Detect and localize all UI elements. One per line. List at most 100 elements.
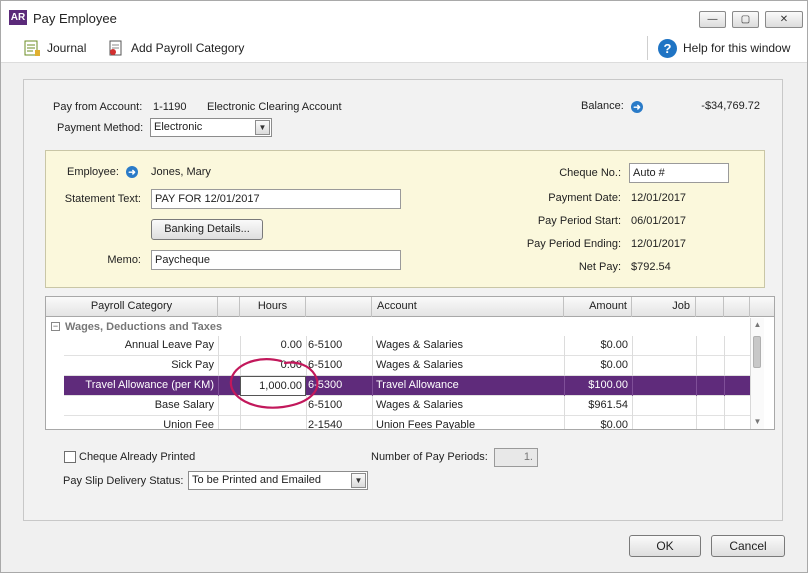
chevron-down-icon: ▼ (351, 473, 366, 488)
cheque-no-input[interactable]: Auto # (629, 163, 729, 183)
row-account-no[interactable]: 6-5100 (308, 356, 370, 376)
row-account: Union Fees Payable (376, 419, 476, 430)
employee-panel: Employee: ➜ Jones, Mary Statement Text: … (45, 150, 765, 288)
employee-label: Employee: (67, 166, 119, 178)
column-header-payroll-category[interactable]: Payroll Category (46, 297, 218, 317)
group-row-wages[interactable]: − Wages, Deductions and Taxes (46, 318, 750, 336)
pay-employee-window: AR Pay Employee — ▢ ✕ Journal Add Payrol… (0, 0, 808, 573)
employee-arrow-icon[interactable]: ➜ (126, 166, 138, 178)
payment-method-label: Payment Method: (57, 122, 144, 134)
statement-text-input[interactable]: PAY FOR 12/01/2017 (151, 189, 401, 209)
account-number: 1-1190 (153, 101, 187, 113)
help-icon: ? (658, 38, 677, 58)
row-category: Base Salary (154, 399, 214, 411)
column-header-job[interactable]: Job (632, 297, 696, 317)
chevron-down-icon: ▼ (255, 120, 270, 135)
row-account-no[interactable]: 6-5100 (308, 396, 370, 416)
row-category: Union Fee (163, 419, 214, 430)
column-header-blank (218, 297, 240, 317)
row-category: Annual Leave Pay (124, 339, 214, 351)
pay-period-start-label: Pay Period Start: (537, 215, 621, 227)
column-header-account-no (306, 297, 372, 317)
employee-value: Jones, Mary (151, 166, 211, 178)
title-bar: AR Pay Employee — ▢ ✕ (1, 1, 807, 33)
row-hours[interactable] (240, 416, 302, 429)
row-hours[interactable]: 0.00 (240, 356, 302, 376)
main-panel: Pay from Account: 1-1190 Electronic Clea… (23, 79, 783, 521)
column-header-amount[interactable]: Amount (564, 297, 632, 317)
table-row-selected[interactable]: Travel Allowance (per KM) 1,000.00 6-530… (64, 376, 750, 396)
toolbar: Journal Add Payroll Category ? Help for … (1, 33, 807, 63)
cheque-printed-label: Cheque Already Printed (79, 451, 196, 463)
ok-button[interactable]: OK (629, 535, 701, 557)
delivery-status-label: Pay Slip Delivery Status: (63, 475, 184, 487)
row-category: Sick Pay (171, 359, 214, 371)
help-label: Help for this window (683, 41, 791, 55)
journal-icon (24, 40, 40, 56)
row-category: Travel Allowance (per KM) (85, 379, 214, 391)
pay-period-ending-label: Pay Period Ending: (526, 238, 621, 250)
cheque-printed-checkbox[interactable] (64, 451, 76, 463)
window-title: Pay Employee (33, 11, 117, 26)
balance-value: -$34,769.72 (701, 100, 760, 112)
row-amount[interactable]: $961.54 (564, 396, 628, 416)
pay-from-label: Pay from Account: (53, 101, 143, 113)
help-button[interactable]: ? Help for this window (658, 37, 790, 59)
payment-date-label: Payment Date: (548, 192, 621, 204)
group-label: Wages, Deductions and Taxes (65, 321, 223, 333)
column-header-hours[interactable]: Hours (240, 297, 306, 317)
payment-date-value[interactable]: 12/01/2017 (631, 192, 686, 204)
add-document-icon (109, 40, 122, 56)
row-account: Wages & Salaries (376, 359, 464, 371)
balance-label: Balance: (581, 100, 624, 112)
row-hours[interactable]: 0.00 (240, 336, 302, 356)
journal-button[interactable]: Journal (23, 37, 86, 59)
table-row[interactable]: Union Fee 2-1540 Union Fees Payable $0.0… (64, 416, 750, 430)
row-amount[interactable]: $0.00 (564, 356, 628, 376)
row-account: Wages & Salaries (376, 339, 464, 351)
app-logo-icon: AR (9, 10, 27, 25)
cancel-button[interactable]: Cancel (711, 535, 785, 557)
column-header-account[interactable]: Account (372, 297, 564, 317)
row-amount[interactable]: $0.00 (564, 416, 628, 429)
pay-period-ending-value[interactable]: 12/01/2017 (631, 238, 686, 250)
maximize-button[interactable]: ▢ (732, 11, 759, 28)
row-account-no[interactable]: 6-5100 (308, 336, 370, 356)
column-header-extra-2 (724, 297, 750, 317)
payroll-category-grid: Payroll Category Hours Account Amount Jo… (45, 296, 775, 430)
collapse-icon[interactable]: − (51, 322, 60, 331)
column-header-extra-1 (696, 297, 724, 317)
grid-header: Payroll Category Hours Account Amount Jo… (46, 297, 774, 317)
balance-arrow-icon[interactable]: ➜ (631, 101, 643, 113)
close-button[interactable]: ✕ (765, 11, 803, 28)
account-name: Electronic Clearing Account (207, 101, 342, 113)
num-pay-periods-input[interactable]: 1. (494, 448, 538, 467)
net-pay-label: Net Pay: (578, 261, 621, 273)
table-row[interactable]: Base Salary 6-5100 Wages & Salaries $961… (64, 396, 750, 416)
row-amount[interactable]: $0.00 (564, 336, 628, 356)
row-hours[interactable] (240, 396, 302, 416)
pay-period-start-value[interactable]: 06/01/2017 (631, 215, 686, 227)
hours-edit-field[interactable]: 1,000.00 (240, 376, 306, 396)
statement-text-label: Statement Text: (64, 193, 141, 205)
table-row[interactable]: Annual Leave Pay 0.00 6-5100 Wages & Sal… (64, 336, 750, 356)
grid-scrollbar[interactable]: ▲ ▼ (750, 318, 764, 429)
memo-input[interactable]: Paycheque (151, 250, 401, 270)
delivery-status-select[interactable]: To be Printed and Emailed ▼ (188, 471, 368, 490)
toolbar-separator (647, 36, 648, 60)
row-account-no[interactable]: 6-5300 (308, 376, 370, 396)
journal-label: Journal (47, 41, 87, 55)
table-row[interactable]: Sick Pay 0.00 6-5100 Wages & Salaries $0… (64, 356, 750, 376)
row-account: Travel Allowance (376, 379, 459, 391)
scrollbar-thumb[interactable] (753, 336, 761, 368)
payment-method-select[interactable]: Electronic ▼ (150, 118, 272, 137)
scroll-down-icon[interactable]: ▼ (752, 416, 763, 427)
row-account: Wages & Salaries (376, 399, 464, 411)
banking-details-button[interactable]: Banking Details... (151, 219, 263, 240)
add-payroll-category-button[interactable]: Add Payroll Category (107, 37, 244, 59)
scroll-up-icon[interactable]: ▲ (752, 319, 763, 330)
memo-label: Memo: (107, 254, 141, 266)
row-account-no[interactable]: 2-1540 (308, 416, 370, 429)
row-amount[interactable]: $100.00 (564, 376, 628, 396)
minimize-button[interactable]: — (699, 11, 726, 28)
